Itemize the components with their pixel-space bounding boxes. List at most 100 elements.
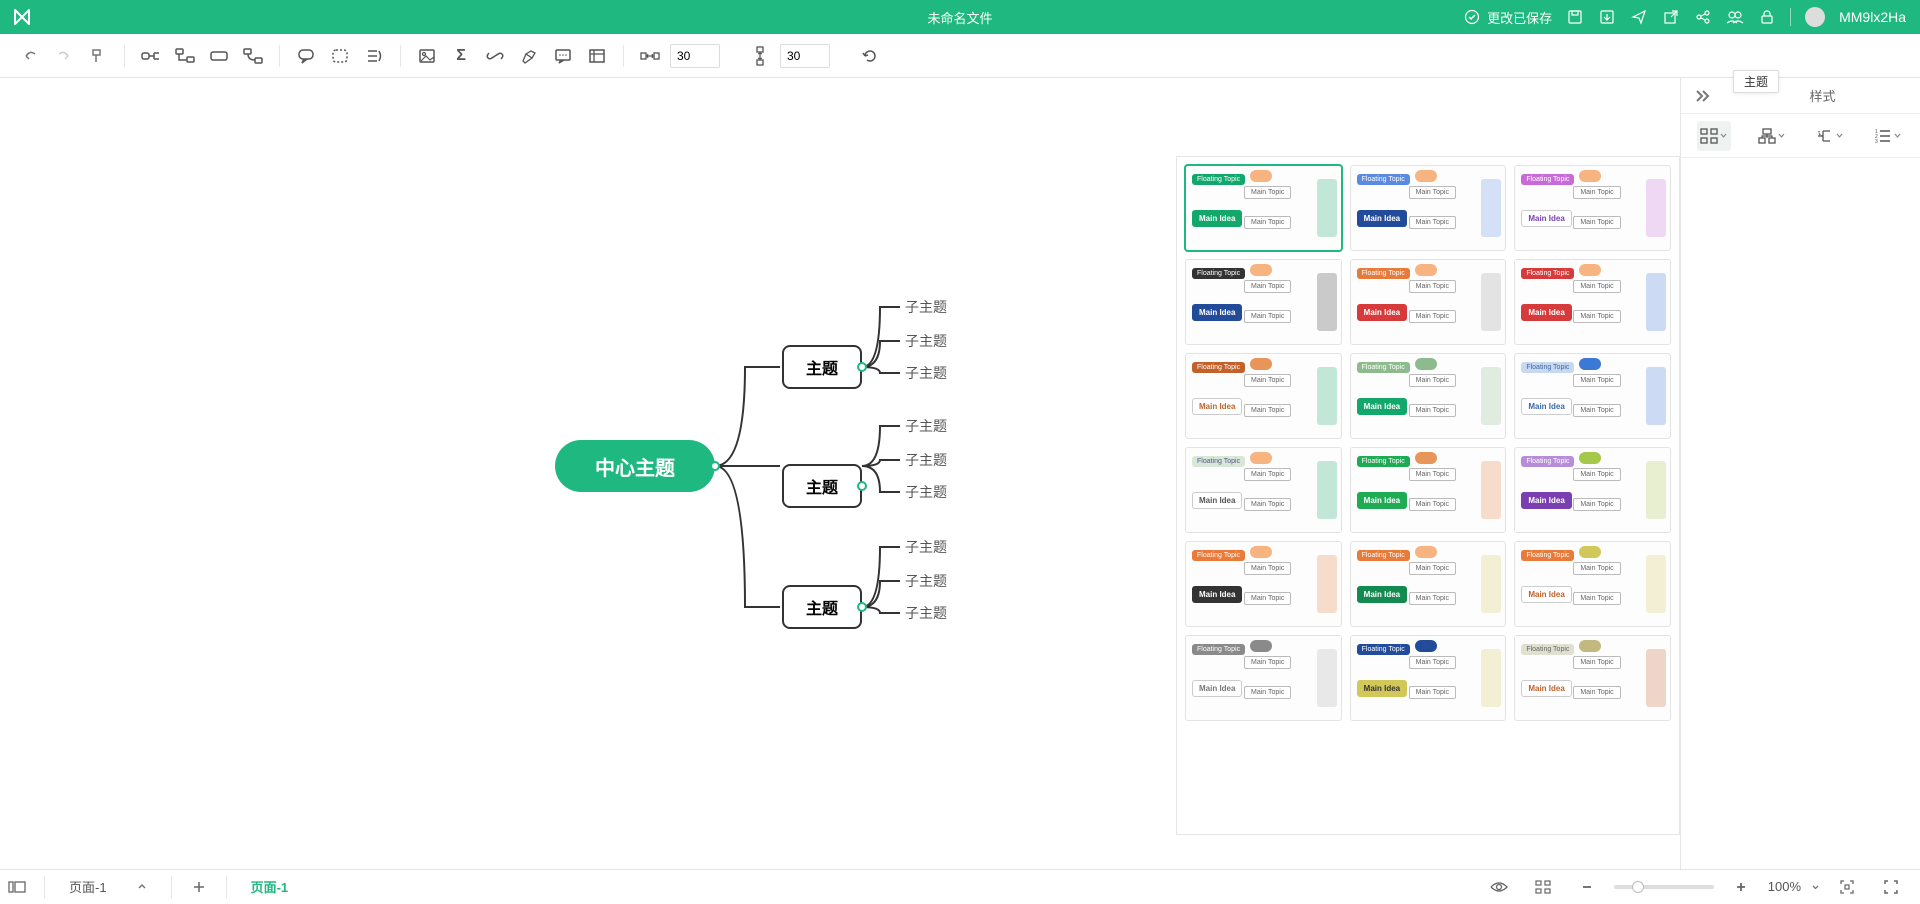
export-icon[interactable] xyxy=(1598,8,1616,26)
sub-topic[interactable]: 子主题 xyxy=(905,603,947,623)
redo-button[interactable] xyxy=(50,42,78,70)
page-tab-active[interactable]: 页面-1 xyxy=(237,877,303,896)
style-tool-row: 123 xyxy=(1681,114,1920,158)
zoom-in-button[interactable] xyxy=(1724,870,1758,904)
share-icon[interactable] xyxy=(1694,8,1712,26)
chevron-down-icon[interactable] xyxy=(1811,884,1820,890)
theme-card[interactable]: Floating TopicMain IdeaMain TopicMain To… xyxy=(1350,353,1507,439)
theme-card[interactable]: Floating TopicMain IdeaMain TopicMain To… xyxy=(1185,353,1342,439)
formula-button[interactable]: Σ xyxy=(447,42,475,70)
relationship-button[interactable] xyxy=(239,42,267,70)
sub-topic[interactable]: 子主题 xyxy=(905,416,947,436)
share-out-icon[interactable] xyxy=(1662,8,1680,26)
theme-card[interactable]: Floating TopicMain IdeaMain TopicMain To… xyxy=(1185,541,1342,627)
right-pane: 主题 样式 123 xyxy=(1680,78,1920,869)
undo-button[interactable] xyxy=(16,42,44,70)
send-icon[interactable] xyxy=(1630,8,1648,26)
layout-tool[interactable] xyxy=(1755,121,1789,151)
avatar[interactable] xyxy=(1805,7,1825,27)
summary-button[interactable] xyxy=(360,42,388,70)
app-logo[interactable] xyxy=(0,7,44,27)
theme-card[interactable]: Floating TopicMain IdeaMain TopicMain To… xyxy=(1514,165,1671,251)
sub-topic[interactable]: 子主题 xyxy=(905,571,947,591)
theme-card[interactable]: Floating TopicMain IdeaMain TopicMain To… xyxy=(1185,165,1342,251)
marker-button[interactable] xyxy=(515,42,543,70)
topic-button[interactable] xyxy=(137,42,165,70)
vspacing-input[interactable] xyxy=(780,44,830,68)
theme-card[interactable]: Floating TopicMain IdeaMain TopicMain To… xyxy=(1514,635,1671,721)
sub-topic[interactable]: 子主题 xyxy=(905,331,947,351)
theme-card[interactable]: Floating TopicMain IdeaMain TopicMain To… xyxy=(1514,259,1671,345)
fullscreen-button[interactable] xyxy=(1874,870,1908,904)
theme-card[interactable]: Floating TopicMain IdeaMain TopicMain To… xyxy=(1350,259,1507,345)
theme-card[interactable]: Floating TopicMain IdeaMain TopicMain To… xyxy=(1350,635,1507,721)
image-button[interactable] xyxy=(413,42,441,70)
page-selector[interactable]: 页面-1 xyxy=(55,877,161,896)
lock-icon[interactable] xyxy=(1758,8,1776,26)
save-status-text: 更改已保存 xyxy=(1487,8,1552,27)
vspacing-icon xyxy=(746,42,774,70)
boundary-button[interactable] xyxy=(326,42,354,70)
theme-card[interactable]: Floating TopicMain IdeaMain TopicMain To… xyxy=(1514,447,1671,533)
file-title[interactable]: 未命名文件 xyxy=(927,8,992,27)
main-topic[interactable]: 主题 xyxy=(782,585,862,629)
hspacing-icon xyxy=(636,42,664,70)
collaborators-icon[interactable] xyxy=(1726,8,1744,26)
note-button[interactable] xyxy=(549,42,577,70)
header-actions: 更改已保存 MM9lx2Ha xyxy=(1463,7,1920,27)
numbering-tool[interactable]: 123 xyxy=(1870,121,1904,151)
theme-tool[interactable] xyxy=(1697,121,1731,151)
app-header: 未命名文件 更改已保存 MM9lx2Ha xyxy=(0,0,1920,34)
theme-card[interactable]: Floating TopicMain IdeaMain TopicMain To… xyxy=(1185,259,1342,345)
branch-lines xyxy=(0,78,1000,778)
hspacing-input[interactable] xyxy=(670,44,720,68)
topic-port[interactable] xyxy=(857,481,867,491)
pane-collapse-button[interactable] xyxy=(1681,89,1725,103)
zoom-slider[interactable] xyxy=(1614,885,1714,889)
save-icon[interactable] xyxy=(1566,8,1584,26)
center-port[interactable] xyxy=(710,461,720,471)
chevron-up-icon xyxy=(137,883,147,890)
pages-overview-button[interactable] xyxy=(0,870,34,904)
fit-button[interactable] xyxy=(1830,870,1864,904)
format-painter-button[interactable] xyxy=(84,42,112,70)
theme-card[interactable]: Floating TopicMain IdeaMain TopicMain To… xyxy=(1514,353,1671,439)
sub-topic[interactable]: 子主题 xyxy=(905,363,947,383)
sub-topic[interactable]: 子主题 xyxy=(905,482,947,502)
theme-card[interactable]: Floating TopicMain IdeaMain TopicMain To… xyxy=(1514,541,1671,627)
subtopic-button[interactable] xyxy=(171,42,199,70)
refresh-button[interactable] xyxy=(856,42,884,70)
theme-card[interactable]: Floating TopicMain IdeaMain TopicMain To… xyxy=(1350,447,1507,533)
visibility-button[interactable] xyxy=(1482,870,1516,904)
status-bar: 页面-1 页面-1 100% xyxy=(0,869,1920,903)
logo-icon xyxy=(12,7,32,27)
svg-text:3: 3 xyxy=(1875,139,1878,144)
floating-topic-button[interactable] xyxy=(205,42,233,70)
theme-card[interactable]: Floating TopicMain IdeaMain TopicMain To… xyxy=(1185,447,1342,533)
main-area: 中心主题 主题子主题子主题子主题主题子主题子主题子主题主题子主题子主题子主题 叨… xyxy=(0,78,1920,869)
zoom-out-button[interactable] xyxy=(1570,870,1604,904)
topic-port[interactable] xyxy=(857,362,867,372)
main-topic[interactable]: 主题 xyxy=(782,464,862,508)
theme-card[interactable]: Floating TopicMain IdeaMain TopicMain To… xyxy=(1185,635,1342,721)
main-topic[interactable]: 主题 xyxy=(782,345,862,389)
center-topic[interactable]: 中心主题 xyxy=(555,440,715,492)
theme-gallery: Floating TopicMain IdeaMain TopicMain To… xyxy=(1176,156,1680,835)
branch-tool[interactable] xyxy=(1812,121,1846,151)
zoom-value[interactable]: 100% xyxy=(1768,879,1801,894)
theme-card[interactable]: Floating TopicMain IdeaMain TopicMain To… xyxy=(1350,541,1507,627)
sub-topic[interactable]: 子主题 xyxy=(905,537,947,557)
table-button[interactable] xyxy=(583,42,611,70)
topic-port[interactable] xyxy=(857,602,867,612)
username[interactable]: MM9lx2Ha xyxy=(1839,9,1906,25)
link-button[interactable] xyxy=(481,42,509,70)
toolbar: Σ xyxy=(0,34,1920,78)
theme-card[interactable]: Floating TopicMain IdeaMain TopicMain To… xyxy=(1350,165,1507,251)
sub-topic[interactable]: 子主题 xyxy=(905,297,947,317)
theme-tooltip: 主题 xyxy=(1733,70,1779,93)
check-icon xyxy=(1463,8,1481,26)
callout-button[interactable] xyxy=(292,42,320,70)
sub-topic[interactable]: 子主题 xyxy=(905,450,947,470)
add-page-button[interactable] xyxy=(182,870,216,904)
outline-button[interactable] xyxy=(1526,870,1560,904)
